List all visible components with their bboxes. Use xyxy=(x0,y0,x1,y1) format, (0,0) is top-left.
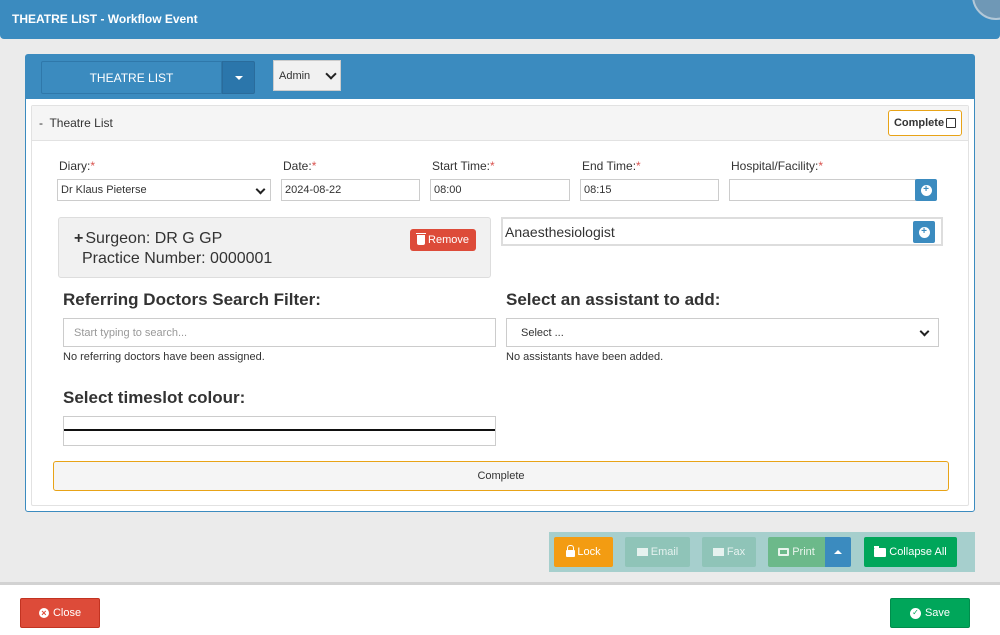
folder-open-icon xyxy=(874,545,887,557)
assistant-help-text: No assistants have been added. xyxy=(506,351,664,363)
theatre-list-section: - Theatre List Complete Diary:* Date:* S… xyxy=(31,105,969,506)
user-select[interactable]: Admin xyxy=(273,60,341,91)
anaesthesiologist-label: Anaesthesiologist xyxy=(505,224,615,240)
expand-surgeon-toggle[interactable]: + xyxy=(74,230,83,247)
section-header[interactable]: - Theatre List Complete xyxy=(32,106,968,141)
envelope-icon xyxy=(712,548,724,556)
chevron-down-icon xyxy=(919,326,930,337)
add-hospital-button[interactable]: + xyxy=(915,179,937,201)
diary-label: Diary:* xyxy=(59,159,96,173)
diary-select-value: Dr Klaus Pieterse xyxy=(61,184,147,196)
theatre-list-button[interactable]: THEATRE LIST xyxy=(41,61,222,94)
complete-checkbox-label: Complete xyxy=(893,117,945,129)
close-icon: × xyxy=(38,608,49,618)
check-icon: ✓ xyxy=(909,607,921,619)
close-button[interactable]: × Close xyxy=(20,598,100,628)
start-time-label: Start Time:* xyxy=(432,159,495,173)
title-bar: THEATRE LIST - Workflow Event xyxy=(0,0,1000,39)
referring-help-text: No referring doctors have been assigned. xyxy=(63,351,265,363)
timeslot-heading: Select timeslot colour: xyxy=(63,388,246,407)
date-label: Date:* xyxy=(283,159,317,173)
fax-button[interactable]: Fax xyxy=(702,537,756,567)
section-title: - Theatre List xyxy=(39,116,113,130)
timeslot-colour-picker[interactable] xyxy=(63,416,496,446)
surgeon-card: + Surgeon: DR G GP Practice Number: 00000… xyxy=(58,217,491,278)
remove-label: Remove xyxy=(428,234,469,246)
surgeon-name: + Surgeon: DR G GP xyxy=(74,230,223,247)
user-select-value: Admin xyxy=(279,69,311,82)
email-button[interactable]: Email xyxy=(625,537,690,567)
plus-icon: + xyxy=(920,184,932,196)
trash-icon xyxy=(416,233,427,245)
end-time-label: End Time:* xyxy=(582,159,641,173)
chevron-down-icon xyxy=(325,68,337,80)
save-button[interactable]: ✓ Save xyxy=(890,598,970,628)
collapse-all-button[interactable]: Collapse All xyxy=(864,537,957,567)
lock-button[interactable]: Lock xyxy=(554,537,613,567)
theatre-list-panel: THEATRE LIST Admin - Theatre List Comple… xyxy=(25,54,975,512)
practice-number: Practice Number: 0000001 xyxy=(82,250,273,267)
envelope-icon xyxy=(636,548,648,556)
assistant-select[interactable]: Select ... xyxy=(506,318,939,347)
anaesthesiologist-field[interactable]: Anaesthesiologist + xyxy=(501,217,943,246)
plus-icon: + xyxy=(918,226,930,238)
start-time-input[interactable]: 08:00 xyxy=(430,179,570,201)
assistant-heading: Select an assistant to add: xyxy=(506,290,721,309)
chevron-up-icon xyxy=(834,550,842,554)
referring-heading: Referring Doctors Search Filter: xyxy=(63,290,321,309)
window-title: THEATRE LIST - Workflow Event xyxy=(12,12,198,26)
theatre-list-dropdown-button[interactable] xyxy=(222,61,255,94)
hospital-input[interactable] xyxy=(729,179,916,201)
complete-button[interactable]: Complete xyxy=(53,461,949,491)
panel-header: THEATRE LIST Admin xyxy=(26,55,974,99)
remove-surgeon-button[interactable]: Remove xyxy=(410,229,476,251)
add-anaesthesiologist-button[interactable]: + xyxy=(913,221,935,243)
footer: × Close ✓ Save xyxy=(0,582,1000,635)
complete-checkbox[interactable]: Complete xyxy=(888,110,962,136)
action-toolbar: Lock Email Fax Print Collapse All xyxy=(549,532,975,572)
end-time-input[interactable]: 08:15 xyxy=(580,179,719,201)
print-icon xyxy=(778,548,790,556)
assistant-select-value: Select ... xyxy=(521,327,564,339)
lock-icon xyxy=(566,545,576,557)
print-button[interactable]: Print xyxy=(768,537,825,567)
avatar[interactable] xyxy=(972,0,1000,20)
diary-select[interactable]: Dr Klaus Pieterse xyxy=(57,179,271,201)
date-input[interactable]: 2024-08-22 xyxy=(281,179,420,201)
section-label: Theatre List xyxy=(49,116,113,130)
hospital-label: Hospital/Facility:* xyxy=(731,159,824,173)
checkbox-icon[interactable] xyxy=(946,118,957,128)
chevron-down-icon xyxy=(234,75,243,80)
chevron-down-icon xyxy=(255,184,266,195)
colour-swatch xyxy=(64,429,495,431)
print-options-button[interactable] xyxy=(825,537,851,567)
referring-search-input[interactable]: Start typing to search... xyxy=(63,318,496,347)
collapse-toggle[interactable]: - xyxy=(39,116,43,130)
